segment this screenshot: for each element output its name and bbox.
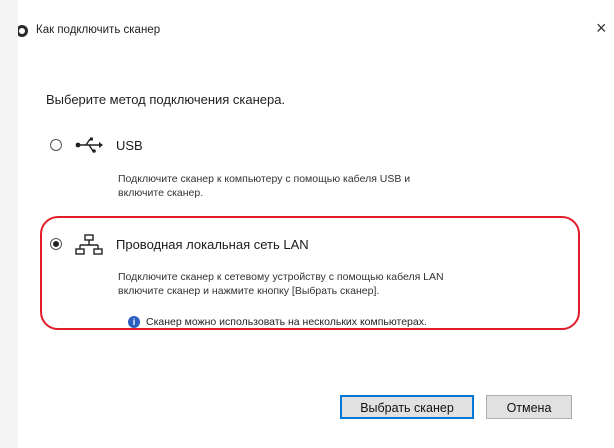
dialog-window: Как подключить сканер × Выберите метод п… (0, 0, 614, 448)
instruction-text: Выберите метод подключения сканера. (46, 92, 286, 107)
close-icon[interactable]: × (596, 19, 607, 37)
cancel-button[interactable]: Отмена (486, 395, 572, 419)
title-bar: Как подключить сканер × (0, 0, 614, 58)
option-usb-description-line: Подключите сканер к компьютеру с помощью… (118, 173, 411, 185)
radio-usb[interactable] (50, 139, 62, 151)
option-lan-label[interactable]: Проводная локальная сеть LAN (116, 237, 309, 252)
usb-icon (75, 137, 103, 153)
select-scanner-button[interactable]: Выбрать сканер (340, 395, 474, 419)
option-lan-description-line: Подключите сканер к сетевому устройству … (118, 271, 444, 283)
option-lan-description: Подключите сканер к сетевому устройству … (118, 270, 444, 298)
option-usb-description-line: включите сканер. (118, 187, 204, 199)
info-note: Сканер можно использовать на нескольких … (146, 316, 427, 328)
window-left-edge (0, 0, 18, 448)
lan-icon (75, 234, 103, 255)
option-usb-description: Подключите сканер к компьютеру с помощью… (118, 172, 410, 200)
window-title: Как подключить сканер (36, 24, 161, 36)
radio-lan[interactable] (50, 238, 62, 250)
option-lan-description-line: включите сканер и нажмите кнопку [Выбрат… (118, 285, 380, 297)
info-icon: i (128, 316, 140, 328)
option-usb-label[interactable]: USB (116, 138, 143, 153)
